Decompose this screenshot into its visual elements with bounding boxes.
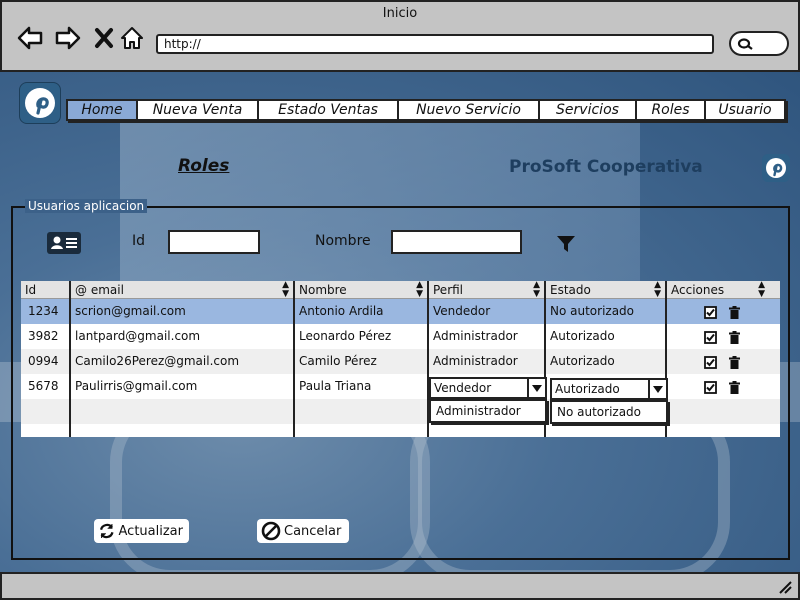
cell-nombre: Antonio Ardila [299, 304, 384, 318]
header-label: @ email [75, 283, 124, 297]
url-input[interactable]: http:// [156, 34, 714, 54]
cell-email: lantpard@gmail.com [75, 329, 201, 343]
checkbox-icon[interactable] [704, 306, 717, 319]
cell-perfil: Administrador [433, 354, 518, 368]
menu-item-home[interactable]: Home [68, 101, 138, 119]
estado-select[interactable]: Autorizado [550, 378, 668, 400]
window-title: Inicio [382, 6, 418, 21]
estado-option[interactable]: No autorizado [550, 400, 668, 424]
sort-icon[interactable]: ▲ ▼ [416, 281, 423, 299]
checkbox-icon[interactable] [704, 381, 717, 394]
cell-perfil: Vendedor [433, 304, 491, 318]
close-icon[interactable] [90, 24, 118, 52]
page-title: Roles [178, 156, 230, 176]
trash-icon[interactable] [728, 306, 741, 319]
trash-icon[interactable] [728, 356, 741, 369]
perfil-select-value: Vendedor [434, 381, 492, 395]
cell-estado: Autorizado [550, 354, 615, 368]
cancel-icon [261, 521, 281, 541]
cell-id: 1234 [28, 304, 59, 318]
brand-name: ProSoft Cooperativa [509, 157, 703, 177]
header-label: Perfil [433, 283, 464, 297]
sort-icon[interactable]: ▲ ▼ [533, 281, 540, 299]
column-divider [293, 281, 295, 437]
header-perfil[interactable]: Perfil ▲ ▼ [429, 281, 546, 299]
filter-id-input[interactable] [168, 230, 260, 254]
header-label: Id [25, 283, 37, 297]
update-button-label: Actualizar [118, 523, 183, 539]
update-button[interactable]: Actualizar [94, 519, 189, 543]
browser-search-button[interactable] [729, 31, 789, 56]
header-estado[interactable]: Estado ▲ ▼ [546, 281, 667, 299]
panel-legend: Usuarios aplicacion [25, 199, 148, 213]
column-divider [69, 281, 71, 437]
header-label: Estado [550, 283, 591, 297]
checkbox-icon[interactable] [704, 331, 717, 344]
status-bar [0, 572, 800, 600]
header-acciones[interactable]: Acciones ▲ ▼ [667, 281, 771, 299]
menu-item-nueva-venta[interactable]: Nueva Venta [138, 101, 259, 119]
cell-nombre: Leonardo Pérez [299, 329, 392, 343]
back-icon[interactable] [16, 24, 44, 52]
header-label: Nombre [299, 283, 347, 297]
cell-nombre: Paula Triana [299, 379, 372, 393]
menu-item-nuevo-servicio[interactable]: Nuevo Servicio [399, 101, 540, 119]
home-icon[interactable] [118, 24, 146, 52]
menu-item-servicios[interactable]: Servicios [540, 101, 637, 119]
sort-icon[interactable]: ▲ ▼ [758, 281, 765, 299]
menu-item-estado-ventas[interactable]: Estado Ventas [259, 101, 399, 119]
trash-icon[interactable] [728, 381, 741, 394]
checkbox-icon[interactable] [704, 356, 717, 369]
pinterest-logo-icon[interactable] [19, 82, 61, 124]
chevron-down-icon[interactable] [527, 379, 545, 397]
header-nombre[interactable]: Nombre ▲ ▼ [295, 281, 429, 299]
cell-estado: Autorizado [550, 329, 615, 343]
filter-name-input[interactable] [391, 230, 522, 254]
trash-icon[interactable] [728, 331, 741, 344]
cell-id: 5678 [28, 379, 59, 393]
pinterest-small-icon[interactable] [762, 154, 790, 182]
user-card-icon [47, 232, 81, 254]
forward-icon[interactable] [54, 24, 82, 52]
cancel-button[interactable]: Cancelar [257, 519, 349, 543]
sort-icon[interactable]: ▲ ▼ [654, 281, 661, 299]
menu-item-usuario[interactable]: Usuario [706, 101, 784, 119]
filter-id-label: Id [132, 233, 146, 249]
header-email[interactable]: @ email ▲ ▼ [71, 281, 295, 299]
users-table: Id @ email ▲ ▼ Nombre ▲ ▼ Perfil ▲ ▼ Estado ▲ ▼ … [21, 281, 780, 437]
cell-nombre: Camilo Pérez [299, 354, 377, 368]
filter-name-label: Nombre [315, 233, 371, 249]
header-label: Acciones [671, 283, 725, 297]
cell-perfil: Administrador [433, 329, 518, 343]
cell-id: 3982 [28, 329, 59, 343]
cell-email: Camilo26Perez@gmail.com [75, 354, 240, 368]
cell-email: scrion@gmail.com [75, 304, 186, 318]
cell-estado: No autorizado [550, 304, 635, 318]
header-id[interactable]: Id [21, 281, 71, 299]
refresh-icon [99, 523, 114, 539]
search-icon [737, 38, 753, 50]
filter-icon[interactable] [556, 235, 576, 253]
browser-toolbar: Inicio http:// [0, 0, 800, 72]
menu-item-roles[interactable]: Roles [637, 101, 706, 119]
sort-icon[interactable]: ▲ ▼ [282, 281, 289, 299]
resize-handle-icon[interactable] [778, 580, 792, 594]
cancel-button-label: Cancelar [284, 523, 342, 539]
cell-id: 0994 [28, 354, 59, 368]
chevron-down-icon[interactable] [648, 380, 666, 398]
perfil-select[interactable]: Vendedor [429, 377, 547, 399]
main-menu: Home Nueva Venta Estado Ventas Nuevo Ser… [66, 99, 786, 121]
perfil-option[interactable]: Administrador [429, 399, 547, 423]
estado-select-value: Autorizado [555, 382, 620, 396]
cell-email: Paulirris@gmail.com [75, 379, 198, 393]
